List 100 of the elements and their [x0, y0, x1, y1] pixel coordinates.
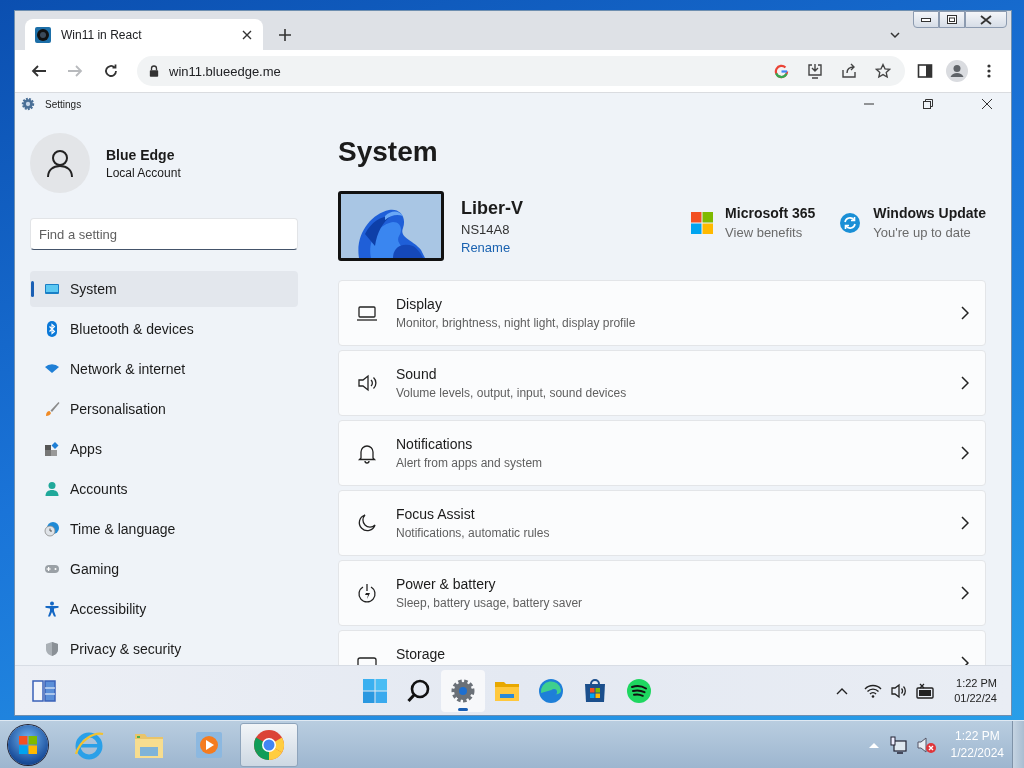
search-icon: [405, 678, 432, 704]
menu-icon[interactable]: [987, 63, 991, 79]
profile-icon[interactable]: [946, 60, 968, 82]
selection-indicator: [31, 281, 34, 297]
clock-time[interactable]: 1:22 PM: [956, 676, 997, 691]
promo-title[interactable]: Windows Update: [873, 205, 986, 221]
star-icon[interactable]: [875, 63, 891, 79]
arrow-left-icon: [31, 63, 47, 79]
address-bar[interactable]: win11.blueedge.me: [137, 56, 905, 86]
chevron-up-icon[interactable]: [836, 687, 849, 695]
card-title: Notifications: [396, 436, 474, 452]
shield-icon: [44, 641, 60, 657]
nav-item[interactable]: Accessibility: [30, 591, 298, 627]
search-field[interactable]: Find a setting: [30, 218, 298, 250]
card-subtitle: Volume levels, output, input, sound devices: [396, 386, 628, 400]
bell-icon: [356, 442, 378, 464]
start-button[interactable]: [8, 724, 48, 765]
windows-logo-icon: [691, 211, 714, 234]
accessibility-icon: [44, 601, 60, 617]
device-name: Liber-V: [461, 197, 523, 219]
search-engine-icon[interactable]: [773, 63, 789, 79]
browser-icon: [537, 678, 564, 704]
card-title: Power & battery: [396, 576, 497, 592]
settings-icon: [449, 678, 476, 704]
promo-title[interactable]: Microsoft 365: [725, 205, 816, 221]
plus-icon: [278, 27, 292, 42]
settings-card[interactable]: Display Monitor, brightness, night light, display profile: [338, 280, 986, 346]
wifi-icon[interactable]: [864, 684, 883, 698]
settings-card[interactable]: Notifications Alert from apps and system: [338, 420, 986, 486]
power-icon: [356, 582, 378, 604]
close-icon: [981, 99, 992, 109]
close-button[interactable]: [965, 11, 1007, 28]
maximize-button[interactable]: [939, 11, 965, 28]
chevron-right-icon: [961, 516, 969, 530]
browser-button[interactable]: [240, 722, 298, 767]
browser-tab[interactable]: Win11 in React: [25, 19, 263, 50]
card-title: Display: [396, 296, 443, 312]
rename-link[interactable]: Rename: [461, 239, 523, 255]
card-title: Storage: [396, 646, 447, 662]
card-subtitle: Monitor, brightness, night light, display profile: [396, 316, 637, 330]
settings-card[interactable]: Sound Volume levels, output, input, sound devices: [338, 350, 986, 416]
account-type: Local Account: [106, 165, 181, 180]
widgets-icon[interactable]: [32, 680, 56, 702]
card-subtitle: Alert from apps and system: [396, 456, 544, 470]
windows-logo-icon: [361, 678, 388, 704]
close-icon[interactable]: [241, 28, 253, 41]
avatar-icon: [45, 148, 75, 178]
apps-icon: [44, 441, 60, 457]
side-panel-icon[interactable]: [917, 63, 933, 79]
nav-item[interactable]: Accounts: [30, 471, 298, 507]
speaker-muted-icon[interactable]: [916, 735, 937, 754]
card-title: Focus Assist: [396, 506, 476, 522]
device-model: NS14A8: [461, 221, 511, 237]
lock-icon: [149, 65, 159, 77]
card-subtitle: Sleep, battery usage, battery saver: [396, 596, 584, 610]
battery-icon[interactable]: [916, 683, 937, 699]
share-icon[interactable]: [841, 63, 857, 79]
chevron-right-icon: [961, 446, 969, 460]
window-title: Settings: [45, 98, 83, 110]
settings-button[interactable]: [440, 670, 485, 712]
nav-item[interactable]: Apps: [30, 431, 298, 467]
chevron-right-icon: [961, 306, 969, 320]
promo-subtitle: View benefits: [725, 225, 804, 240]
settings-icon: [21, 97, 35, 111]
settings-card[interactable]: Storage: [338, 630, 986, 665]
bluetooth-icon: [44, 321, 60, 337]
url-text: win11.blueedge.me: [169, 63, 282, 79]
nav-item[interactable]: Bluetooth & devices: [30, 311, 298, 347]
clock-date[interactable]: 01/22/24: [954, 691, 997, 706]
nav-item[interactable]: Gaming: [30, 551, 298, 587]
arrow-right-icon: [67, 63, 83, 79]
browser-icon: [252, 727, 286, 762]
windows-logo-icon: [18, 734, 38, 755]
card-subtitle: Notifications, automatic rules: [396, 526, 551, 540]
moon-icon: [356, 512, 378, 534]
card-title: Sound: [396, 366, 438, 382]
brush-icon: [44, 401, 60, 417]
nav-item[interactable]: Time & language: [30, 511, 298, 547]
speaker-icon[interactable]: [890, 683, 909, 699]
site-icon: [35, 26, 51, 43]
promo-subtitle: You're up to date: [873, 225, 972, 240]
nav-item[interactable]: Network & internet: [30, 351, 298, 387]
monitor-icon: [44, 281, 60, 297]
minimize-icon: [921, 16, 931, 23]
settings-card[interactable]: Focus Assist Notifications, automatic rules: [338, 490, 986, 556]
speaker-icon: [356, 372, 378, 394]
chevron-right-icon: [961, 376, 969, 390]
music-app-icon: [625, 678, 652, 704]
user-name: Blue Edge: [106, 146, 176, 163]
person-icon: [44, 481, 60, 497]
close-icon: [980, 14, 992, 25]
chevron-right-icon: [961, 586, 969, 600]
minimize-button[interactable]: [913, 11, 939, 28]
nav-item[interactable]: System: [30, 271, 298, 307]
nav-item[interactable]: Personalisation: [30, 391, 298, 427]
network-icon[interactable]: [888, 735, 907, 754]
maximize-icon: [922, 99, 933, 109]
page-title: System: [338, 135, 439, 169]
install-icon[interactable]: [807, 63, 823, 79]
settings-card[interactable]: Power & battery Sleep, battery usage, battery saver: [338, 560, 986, 626]
